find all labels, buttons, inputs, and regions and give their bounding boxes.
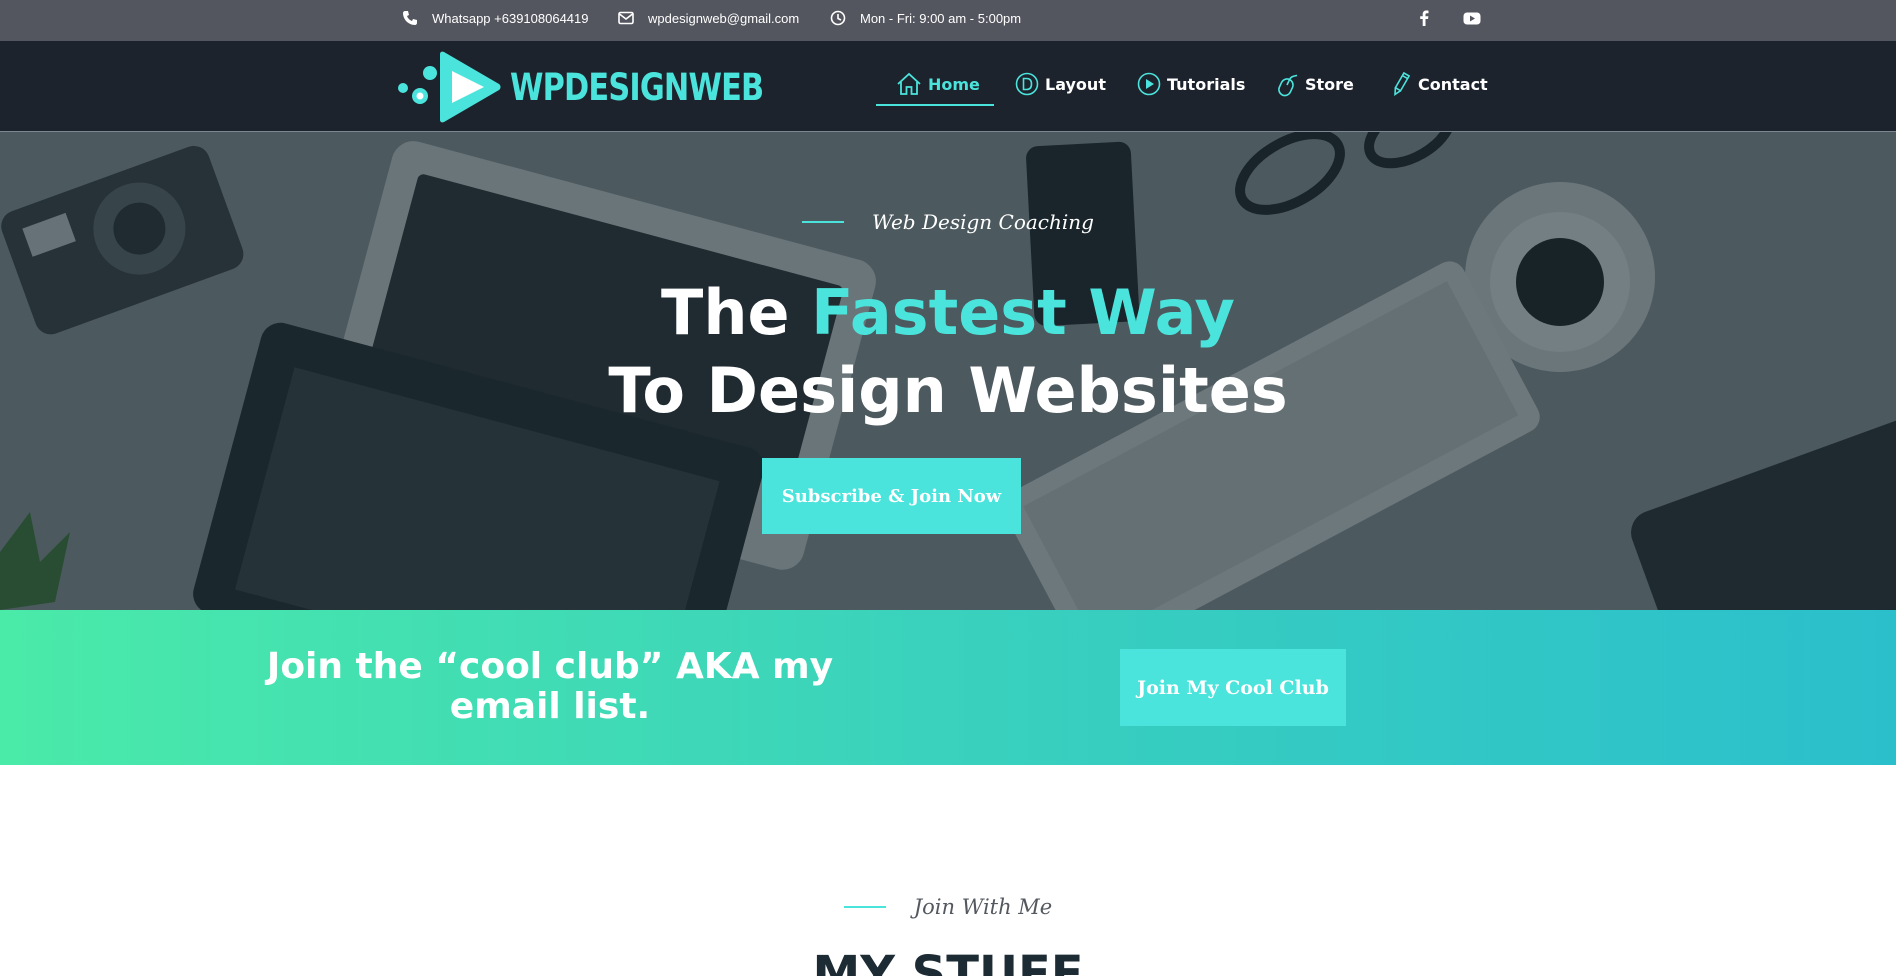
logo-text: WPDESIGNWEB [510, 65, 764, 109]
whatsapp-contact[interactable]: Whatsapp +639108064419 [402, 0, 589, 36]
site-logo[interactable]: WPDESIGNWEB [396, 51, 819, 123]
hero-eyebrow: Web Design Coaching [0, 210, 1896, 234]
join-cool-club-button[interactable]: Join My Cool Club [1120, 649, 1346, 726]
hero-title-accent: Fastest Way [811, 276, 1235, 349]
whatsapp-text: Whatsapp +639108064419 [432, 10, 589, 26]
logo-play-icon [398, 51, 501, 123]
hero-title-line1: The Fastest Way [0, 274, 1896, 352]
nav-contact[interactable]: Contact [1390, 69, 1488, 99]
hero-title-part1: The [661, 276, 812, 349]
hero-title: The Fastest Way To Design Websites [0, 274, 1896, 430]
nav-contact-label: Contact [1418, 74, 1488, 94]
hero-eyebrow-text: Web Design Coaching [872, 210, 1094, 234]
top-bar: Whatsapp +639108064419 wpdesignweb@gmail… [0, 0, 1896, 41]
nav-home[interactable]: Home [896, 69, 980, 99]
stuff-eyebrow: Join With Me [0, 895, 1896, 919]
email-contact[interactable]: wpdesignweb@gmail.com [618, 0, 799, 36]
email-text: wpdesignweb@gmail.com [648, 10, 800, 26]
active-nav-underline [876, 104, 994, 106]
club-headline: Join the “cool club” AKA my email list. [266, 646, 834, 727]
envelope-icon [618, 11, 634, 25]
home-icon [897, 72, 921, 95]
nav-tutorials[interactable]: Tutorials [1137, 69, 1245, 99]
hero-section: Web Design Coaching The Fastest Way To D… [0, 132, 1896, 610]
nav-home-label: Home [928, 74, 980, 94]
clock-icon [830, 10, 846, 26]
eyebrow-line [843, 906, 886, 908]
my-stuff-section: Join With Me MY STUFF [0, 765, 1896, 976]
hero-title-line2: To Design Websites [608, 354, 1288, 427]
nav-layout-label: Layout [1045, 74, 1106, 94]
stuff-eyebrow-text: Join With Me [913, 895, 1053, 919]
layout-d-icon [1015, 72, 1039, 96]
pencil-icon [1394, 71, 1411, 96]
phone-icon [403, 11, 417, 25]
nav-store[interactable]: Store [1275, 69, 1354, 99]
eyebrow-line [802, 221, 845, 223]
nav-tutorials-label: Tutorials [1167, 74, 1246, 94]
nav-store-label: Store [1305, 74, 1354, 94]
hours-text: Mon - Fri: 9:00 am - 5:00pm [860, 10, 1022, 26]
play-circle-icon [1137, 72, 1161, 96]
email-list-banner: Join the “cool club” AKA my email list. … [0, 610, 1896, 765]
youtube-icon[interactable] [1462, 8, 1482, 28]
subscribe-join-button[interactable]: Subscribe & Join Now [762, 458, 1021, 534]
mouse-icon [1278, 74, 1298, 97]
stuff-title: MY STUFF [812, 946, 1084, 976]
facebook-icon[interactable] [1414, 8, 1434, 28]
main-navbar: WPDESIGNWEB Home Layout Tutorials Store … [0, 41, 1896, 132]
business-hours: Mon - Fri: 9:00 am - 5:00pm [830, 0, 1021, 36]
nav-layout[interactable]: Layout [1015, 69, 1106, 99]
